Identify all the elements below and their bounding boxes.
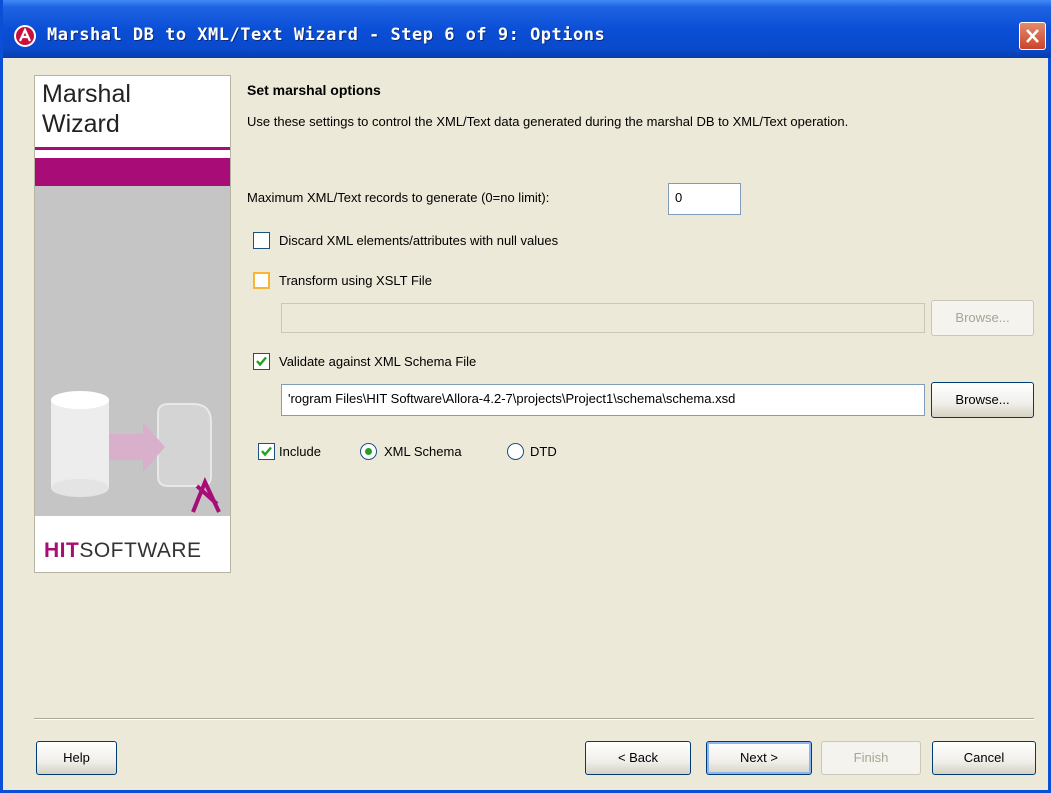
validate-schema-label[interactable]: Validate against XML Schema File: [279, 354, 476, 369]
schema-browse-button[interactable]: Browse...: [931, 382, 1034, 418]
database-to-document-icon: [51, 391, 221, 513]
xslt-file-input[interactable]: [281, 303, 925, 333]
footer-separator: [34, 718, 1034, 720]
close-icon: [1026, 29, 1039, 43]
checkmark-icon: [261, 446, 272, 457]
radio-xml-schema[interactable]: [360, 443, 377, 460]
hit-software-logo: HITSOFTWARE: [44, 539, 202, 562]
discard-null-checkbox[interactable]: [253, 232, 270, 249]
accent-band: [35, 158, 230, 186]
schema-file-input[interactable]: 'rogram Files\HIT Software\Allora-4.2-7\…: [281, 384, 925, 416]
title-bar[interactable]: Marshal DB to XML/Text Wizard - Step 6 o…: [3, 0, 1051, 58]
radio-xml-schema-label[interactable]: XML Schema: [384, 444, 462, 459]
radio-dtd-label[interactable]: DTD: [530, 444, 557, 459]
back-button[interactable]: < Back: [585, 741, 691, 775]
window-title: Marshal DB to XML/Text Wizard - Step 6 o…: [47, 25, 606, 45]
max-records-input[interactable]: 0: [668, 183, 741, 215]
radio-selected-dot: [365, 448, 372, 455]
xslt-browse-button[interactable]: Browse...: [931, 300, 1034, 336]
validate-schema-checkbox[interactable]: [253, 353, 270, 370]
max-records-label: Maximum XML/Text records to generate (0=…: [247, 190, 550, 205]
transform-xslt-checkbox[interactable]: [253, 272, 270, 289]
help-button[interactable]: Help: [36, 741, 117, 775]
section-description: Use these settings to control the XML/Te…: [247, 114, 849, 129]
finish-button[interactable]: Finish: [821, 741, 921, 775]
accent-line: [35, 147, 230, 150]
section-heading: Set marshal options: [247, 82, 381, 98]
app-logo-icon: [14, 25, 36, 47]
include-label[interactable]: Include: [279, 444, 321, 459]
radio-dtd[interactable]: [507, 443, 524, 460]
wizard-illustration: [35, 186, 230, 516]
checkmark-icon: [256, 356, 267, 367]
wizard-window: Marshal DB to XML/Text Wizard - Step 6 o…: [0, 0, 1051, 793]
close-button[interactable]: [1019, 22, 1046, 50]
wizard-side-panel: Marshal Wizard HITSOFTWARE: [34, 75, 231, 573]
side-panel-title: Marshal Wizard: [42, 80, 131, 138]
discard-null-label[interactable]: Discard XML elements/attributes with nul…: [279, 233, 558, 248]
transform-xslt-label[interactable]: Transform using XSLT File: [279, 273, 432, 288]
next-button[interactable]: Next >: [706, 741, 812, 775]
include-checkbox[interactable]: [258, 443, 275, 460]
cancel-button[interactable]: Cancel: [932, 741, 1036, 775]
